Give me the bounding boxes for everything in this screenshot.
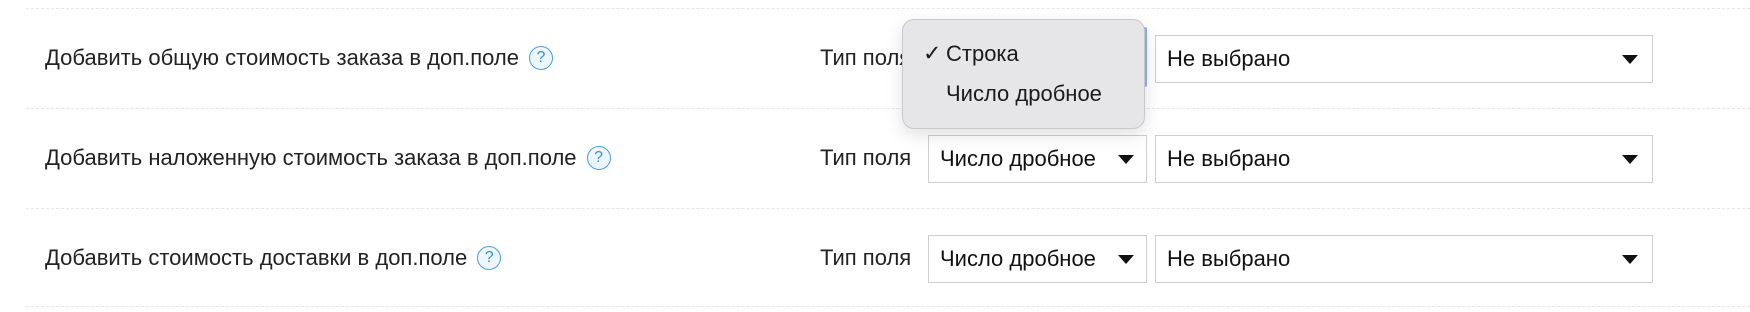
value-select[interactable]: Не выбрано	[1155, 235, 1653, 283]
row-label-text: Добавить стоимость доставки в доп.поле	[45, 245, 468, 270]
menu-item-decimal[interactable]: Число дробное	[903, 74, 1144, 114]
chevron-down-icon	[1622, 255, 1638, 264]
settings-panel: Добавить общую стоимость заказа в доп.по…	[0, 0, 1750, 312]
field-type-label: Тип поля	[820, 245, 912, 270]
row-label-cod-cost: Добавить наложенную стоимость заказа в д…	[45, 108, 611, 208]
row-label-text: Добавить наложенную стоимость заказа в д…	[45, 145, 577, 170]
settings-row-delivery-cost: Добавить стоимость доставки в доп.поле ?…	[0, 208, 1750, 308]
help-icon[interactable]: ?	[477, 246, 502, 270]
value-select[interactable]: Не выбрано	[1155, 35, 1653, 83]
value-select-text: Не выбрано	[1167, 46, 1291, 71]
field-type-label: Тип поля	[820, 145, 912, 170]
field-type-dropdown-menu: ✓ Строка Число дробное	[902, 19, 1145, 129]
chevron-down-icon	[1622, 155, 1638, 164]
settings-row-total-cost: Добавить общую стоимость заказа в доп.по…	[0, 8, 1750, 108]
chevron-down-icon	[1118, 155, 1134, 164]
help-icon[interactable]: ?	[586, 146, 611, 170]
checkmark-icon: ✓	[923, 40, 942, 66]
value-select-text: Не выбрано	[1167, 246, 1291, 271]
row-label-delivery-cost: Добавить стоимость доставки в доп.поле ?	[45, 208, 502, 308]
field-type-select-text: Число дробное	[940, 146, 1096, 171]
value-select[interactable]: Не выбрано	[1155, 135, 1653, 183]
chevron-down-icon	[1622, 55, 1638, 64]
menu-item-label: Строка	[946, 41, 1019, 66]
row-label-total-cost: Добавить общую стоимость заказа в доп.по…	[45, 8, 553, 108]
field-type-select-text: Число дробное	[940, 246, 1096, 271]
field-type-select[interactable]: Число дробное	[928, 235, 1147, 283]
settings-row-cod-cost: Добавить наложенную стоимость заказа в д…	[0, 108, 1750, 208]
chevron-down-icon	[1118, 255, 1134, 264]
field-type-label: Тип поля	[820, 45, 912, 70]
field-type-select[interactable]: Число дробное	[928, 135, 1147, 183]
menu-item-string[interactable]: ✓ Строка	[903, 34, 1144, 74]
menu-item-label: Число дробное	[946, 81, 1102, 106]
value-select-text: Не выбрано	[1167, 146, 1291, 171]
help-icon[interactable]: ?	[529, 46, 553, 70]
row-divider	[26, 306, 1750, 307]
row-label-text: Добавить общую стоимость заказа в доп.по…	[45, 45, 519, 70]
